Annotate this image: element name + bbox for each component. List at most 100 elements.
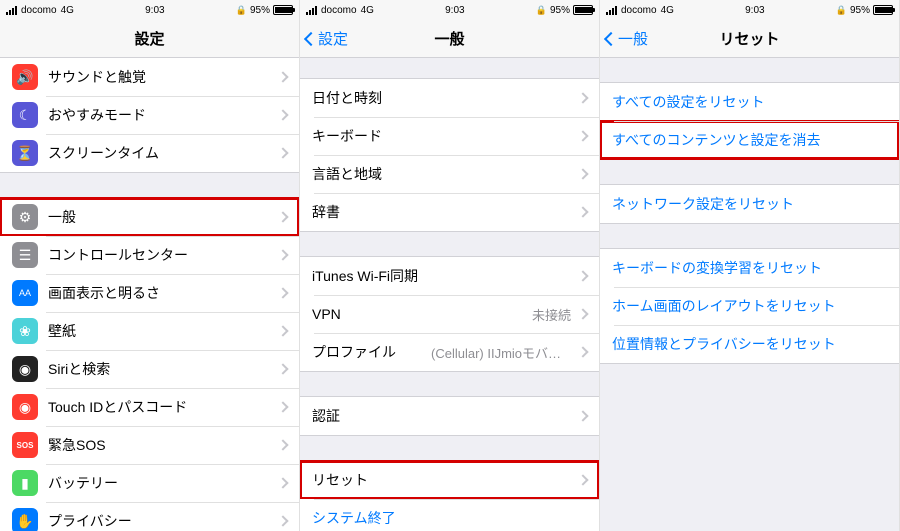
- row-dnd[interactable]: ☾おやすみモード: [0, 96, 299, 134]
- sound-icon: 🔊: [12, 64, 38, 90]
- page-title: 一般: [434, 28, 464, 49]
- screen-settings: docomo 4G 9:03 🔒 95% 設定 🔊サウンドと触覚 ☾おやすみモー…: [0, 0, 300, 531]
- row-profile[interactable]: プロファイル(Cellular) IIJmioモバイルサ…: [300, 333, 599, 371]
- nav-bar: 設定 一般: [300, 20, 599, 58]
- nav-bar: 一般 リセット: [600, 20, 899, 58]
- chevron-right-icon: [277, 363, 288, 374]
- lock-icon: 🔒: [836, 5, 847, 16]
- chevron-right-icon: [277, 147, 288, 158]
- screen-general: docomo 4G 9:03 🔒 95% 設定 一般 日付と時刻 キーボード 言…: [300, 0, 600, 531]
- display-icon: AA: [12, 280, 38, 306]
- lock-icon: 🔒: [236, 5, 247, 16]
- chevron-right-icon: [277, 211, 288, 222]
- battery-pct: 95%: [250, 5, 270, 16]
- row-auth[interactable]: 認証: [300, 397, 599, 435]
- signal-icon: [306, 6, 317, 15]
- chevron-right-icon: [277, 401, 288, 412]
- chevron-right-icon: [577, 92, 588, 103]
- chevron-right-icon: [577, 410, 588, 421]
- chevron-right-icon: [277, 71, 288, 82]
- row-privacy[interactable]: ✋プライバシー: [0, 502, 299, 531]
- vpn-status: 未接続: [532, 305, 571, 324]
- chevron-right-icon: [577, 474, 588, 485]
- row-shutdown[interactable]: システム終了: [300, 499, 599, 531]
- status-bar: docomo 4G 9:03 🔒 95%: [0, 0, 299, 20]
- lock-icon: 🔒: [536, 5, 547, 16]
- chevron-right-icon: [577, 168, 588, 179]
- chevron-right-icon: [277, 109, 288, 120]
- battery-icon: [273, 5, 293, 15]
- row-itunes-wifi[interactable]: iTunes Wi-Fi同期: [300, 257, 599, 295]
- fingerprint-icon: ◉: [12, 394, 38, 420]
- siri-icon: ◉: [12, 356, 38, 382]
- row-reset-all-settings[interactable]: すべての設定をリセット: [600, 83, 899, 121]
- general-list[interactable]: 日付と時刻 キーボード 言語と地域 辞書 iTunes Wi-Fi同期 VPN未…: [300, 58, 599, 531]
- time-label: 9:03: [745, 5, 764, 16]
- row-wallpaper[interactable]: ❀壁紙: [0, 312, 299, 350]
- row-sound[interactable]: 🔊サウンドと触覚: [0, 58, 299, 96]
- row-reset-home[interactable]: ホーム画面のレイアウトをリセット: [600, 287, 899, 325]
- chevron-right-icon: [577, 346, 588, 357]
- wallpaper-icon: ❀: [12, 318, 38, 344]
- page-title: 設定: [134, 28, 164, 49]
- time-label: 9:03: [145, 5, 164, 16]
- chevron-right-icon: [577, 130, 588, 141]
- row-touchid[interactable]: ◉Touch IDとパスコード: [0, 388, 299, 426]
- battery-icon: [873, 5, 893, 15]
- page-title: リセット: [719, 28, 779, 49]
- row-display[interactable]: AA画面表示と明るさ: [0, 274, 299, 312]
- chevron-right-icon: [277, 439, 288, 450]
- row-siri[interactable]: ◉Siriと検索: [0, 350, 299, 388]
- back-button[interactable]: 設定: [306, 28, 348, 49]
- chevron-right-icon: [277, 249, 288, 260]
- nav-bar: 設定: [0, 20, 299, 58]
- status-bar: docomo 4G 9:03 🔒 95%: [600, 0, 899, 20]
- row-general[interactable]: ⚙一般: [0, 198, 299, 236]
- chevron-right-icon: [577, 308, 588, 319]
- back-button[interactable]: 一般: [606, 28, 648, 49]
- row-reset-location[interactable]: 位置情報とプライバシーをリセット: [600, 325, 899, 363]
- screen-reset: docomo 4G 9:03 🔒 95% 一般 リセット すべての設定をリセット…: [600, 0, 900, 531]
- row-reset[interactable]: リセット: [300, 461, 599, 499]
- network-label: 4G: [61, 5, 74, 16]
- battery-row-icon: ▮: [12, 470, 38, 496]
- chevron-right-icon: [577, 270, 588, 281]
- battery-pct: 95%: [550, 5, 570, 16]
- status-bar: docomo 4G 9:03 🔒 95%: [300, 0, 599, 20]
- chevron-right-icon: [277, 515, 288, 526]
- chevron-right-icon: [277, 325, 288, 336]
- settings-list[interactable]: 🔊サウンドと触覚 ☾おやすみモード ⏳スクリーンタイム ⚙一般 ☰コントロールセ…: [0, 58, 299, 531]
- battery-pct: 95%: [850, 5, 870, 16]
- profile-detail: (Cellular) IIJmioモバイルサ…: [431, 343, 571, 362]
- hourglass-icon: ⏳: [12, 140, 38, 166]
- row-battery[interactable]: ▮バッテリー: [0, 464, 299, 502]
- network-label: 4G: [361, 5, 374, 16]
- battery-icon: [573, 5, 593, 15]
- carrier-label: docomo: [621, 5, 657, 16]
- carrier-label: docomo: [321, 5, 357, 16]
- row-control-center[interactable]: ☰コントロールセンター: [0, 236, 299, 274]
- row-reset-network[interactable]: ネットワーク設定をリセット: [600, 185, 899, 223]
- moon-icon: ☾: [12, 102, 38, 128]
- signal-icon: [6, 6, 17, 15]
- chevron-left-icon: [304, 31, 318, 45]
- row-reset-keyboard[interactable]: キーボードの変換学習をリセット: [600, 249, 899, 287]
- row-vpn[interactable]: VPN未接続: [300, 295, 599, 333]
- chevron-right-icon: [277, 287, 288, 298]
- signal-icon: [606, 6, 617, 15]
- row-keyboard[interactable]: キーボード: [300, 117, 599, 155]
- carrier-label: docomo: [21, 5, 57, 16]
- reset-list[interactable]: すべての設定をリセット すべてのコンテンツと設定を消去 ネットワーク設定をリセッ…: [600, 58, 899, 531]
- network-label: 4G: [661, 5, 674, 16]
- row-dictionary[interactable]: 辞書: [300, 193, 599, 231]
- row-erase-all[interactable]: すべてのコンテンツと設定を消去: [600, 121, 899, 159]
- row-language[interactable]: 言語と地域: [300, 155, 599, 193]
- chevron-right-icon: [577, 206, 588, 217]
- row-datetime[interactable]: 日付と時刻: [300, 79, 599, 117]
- time-label: 9:03: [445, 5, 464, 16]
- toggles-icon: ☰: [12, 242, 38, 268]
- gear-icon: ⚙: [12, 204, 38, 230]
- row-screentime[interactable]: ⏳スクリーンタイム: [0, 134, 299, 172]
- chevron-left-icon: [604, 31, 618, 45]
- row-sos[interactable]: SOS緊急SOS: [0, 426, 299, 464]
